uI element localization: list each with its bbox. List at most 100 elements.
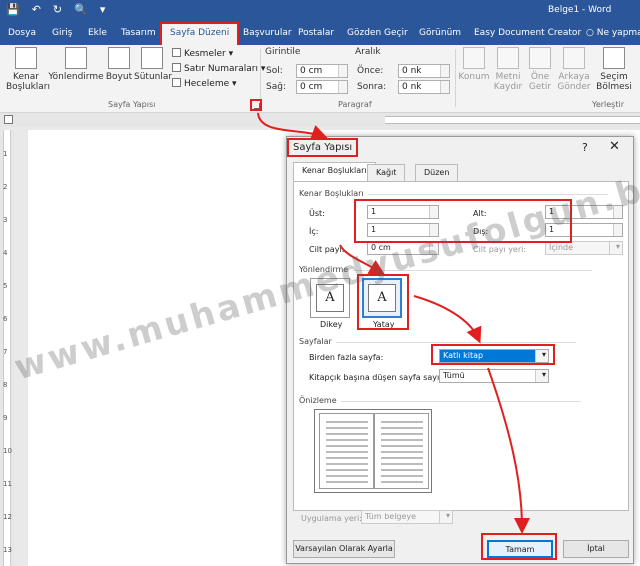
cancel-button[interactable]: İptal (563, 540, 629, 558)
indent-heading: Girintile (265, 47, 301, 57)
page-setup-group-label: Sayfa Yapısı (108, 100, 156, 109)
ruler-number: 13 (3, 546, 12, 554)
ruler-number: 6 (3, 315, 8, 323)
preview-lines-right (381, 421, 423, 483)
wrap-text-icon (497, 47, 519, 69)
preview-page-right (374, 413, 429, 489)
breaks-icon (172, 48, 181, 57)
margins-button[interactable]: Kenar Boşlukları (6, 47, 50, 92)
line-numbers-button[interactable]: Satır Numaraları ▾ (172, 63, 265, 74)
inside-margin-spinner[interactable]: 1 (367, 223, 439, 237)
tab-postalar[interactable]: Postalar (298, 28, 334, 38)
tab-selector-icon[interactable] (4, 115, 13, 124)
portrait-icon: A (316, 284, 344, 312)
chevron-down-icon: ▾ (615, 242, 620, 251)
orientation-button[interactable]: Yönlendirme (48, 47, 104, 82)
ruler-number: 11 (3, 480, 12, 488)
help-icon[interactable]: ? (582, 141, 588, 154)
page-size-icon (108, 47, 130, 69)
tell-me-box[interactable]: ○ Ne yapmak (586, 28, 640, 38)
sheets-per-booklet-select[interactable]: Tümü ▾ (439, 369, 549, 383)
tab-ekle[interactable]: Ekle (88, 28, 107, 38)
margins-icon (15, 47, 37, 69)
portrait-label: Dikey (320, 320, 343, 329)
size-button[interactable]: Boyut (105, 47, 133, 82)
orientation-icon (65, 47, 87, 69)
bring-forward-button[interactable]: Öne Getir (526, 47, 554, 92)
tab-tasarim[interactable]: Tasarım (121, 28, 156, 38)
spacing-before-spinner[interactable]: 0 nk (398, 64, 450, 78)
bottom-margin-spinner[interactable]: 1 (545, 205, 623, 219)
landscape-label: Yatay (373, 320, 395, 329)
hyphenation-icon (172, 78, 181, 87)
spacing-after-label: Sonra: (357, 82, 387, 92)
indent-left-spinner[interactable]: 0 cm (296, 64, 348, 78)
outside-margin-spinner[interactable]: 1 (545, 223, 623, 237)
tab-gorunum[interactable]: Görünüm (419, 28, 461, 38)
tab-easy-document-creator[interactable]: Easy Document Creator (474, 28, 581, 38)
ruler-number: 2 (3, 183, 8, 191)
ruler-number: 12 (3, 513, 12, 521)
tab-duzen[interactable]: Düzen (415, 164, 459, 181)
landscape-option[interactable]: A (362, 278, 402, 318)
window-title: Belge1 - Word (548, 5, 612, 15)
page-setup-launcher-icon[interactable] (250, 99, 262, 111)
selection-pane-button[interactable]: Seçim Bölmesi (594, 47, 634, 92)
print-preview-icon[interactable]: 🔍 (74, 3, 88, 16)
tab-basvurular[interactable]: Başvurular (243, 28, 292, 38)
landscape-icon: A (368, 284, 396, 312)
inside-margin-label: İç: (309, 227, 319, 236)
paragraph-group-label: Paragraf (338, 100, 372, 109)
set-default-button[interactable]: Varsayılan Olarak Ayarla (293, 540, 395, 558)
gutter-position-label: Cilt payı yeri: (473, 245, 527, 254)
gutter-spinner[interactable]: 0 cm (367, 241, 439, 255)
close-icon[interactable]: ✕ (609, 139, 620, 154)
page-setup-dialog: Sayfa Yapısı ? ✕ Kenar Boşlukları Kağıt … (286, 136, 634, 564)
ribbon: Kenar Boşlukları Yönlendirme Boyut Sütun… (0, 45, 640, 113)
wrap-text-button[interactable]: Metni Kaydır (492, 47, 524, 92)
tab-giris[interactable]: Giriş (52, 28, 72, 38)
columns-button[interactable]: Sütunlar (134, 47, 172, 82)
dialog-title: Sayfa Yapısı (286, 138, 359, 157)
spacing-after-spinner[interactable]: 0 nk (398, 80, 450, 94)
ruler-number: 5 (3, 282, 8, 290)
position-button[interactable]: Konum (458, 47, 490, 82)
spacing-before-label: Önce: (357, 66, 384, 76)
spacing-heading: Aralık (355, 47, 381, 57)
preview-section-title: Önizleme (299, 396, 579, 405)
indent-right-spinner[interactable]: 0 cm (296, 80, 348, 94)
redo-icon[interactable]: ↻ (53, 3, 62, 16)
undo-icon[interactable]: ↶ (32, 3, 41, 16)
tab-kagit[interactable]: Kağıt (367, 164, 406, 181)
apply-to-label: Uygulama yeri: (301, 514, 362, 523)
chevron-down-icon: ▾ (541, 350, 546, 359)
ruler-number: 10 (3, 447, 12, 455)
arrange-group-label: Yerleştir (592, 100, 624, 109)
apply-to-select[interactable]: Tüm belgeye ▾ (361, 510, 453, 524)
preview-lines-left (326, 421, 368, 483)
columns-icon (141, 47, 163, 69)
send-backward-button[interactable]: Arkaya Gönder (556, 47, 592, 92)
tab-dosya[interactable]: Dosya (8, 28, 36, 38)
save-icon[interactable]: 💾 (6, 3, 20, 16)
horizontal-ruler (0, 113, 640, 127)
portrait-option[interactable]: A (310, 278, 350, 318)
bring-forward-icon (529, 47, 551, 69)
hyphenation-button[interactable]: Heceleme ▾ (172, 78, 237, 89)
tab-sayfa-duzeni[interactable]: Sayfa Düzeni (159, 22, 240, 47)
margins-section-title: Kenar Boşlukları (299, 189, 607, 198)
top-margin-spinner[interactable]: 1 (367, 205, 439, 219)
group-separator (455, 49, 456, 107)
tab-kenar-bosluklari[interactable]: Kenar Boşlukları (293, 162, 376, 182)
breaks-button[interactable]: Kesmeler ▾ (172, 48, 233, 59)
ok-button[interactable]: Tamam (487, 540, 553, 558)
multiple-pages-select[interactable]: Katlı kitap ▾ (439, 349, 549, 363)
ruler-number: 7 (3, 348, 8, 356)
gutter-position-select[interactable]: İçinde ▾ (545, 241, 623, 255)
customize-toolbar-icon[interactable]: ▾ (100, 3, 106, 16)
ruler-number: 3 (3, 216, 8, 224)
tab-gozden-gecir[interactable]: Gözden Geçir (347, 28, 408, 38)
booklet-preview (314, 409, 432, 493)
ribbon-tabs: Dosya Giriş Ekle Tasarım Sayfa Düzeni Ba… (0, 22, 640, 47)
indent-left-label: Sol: (266, 66, 283, 76)
